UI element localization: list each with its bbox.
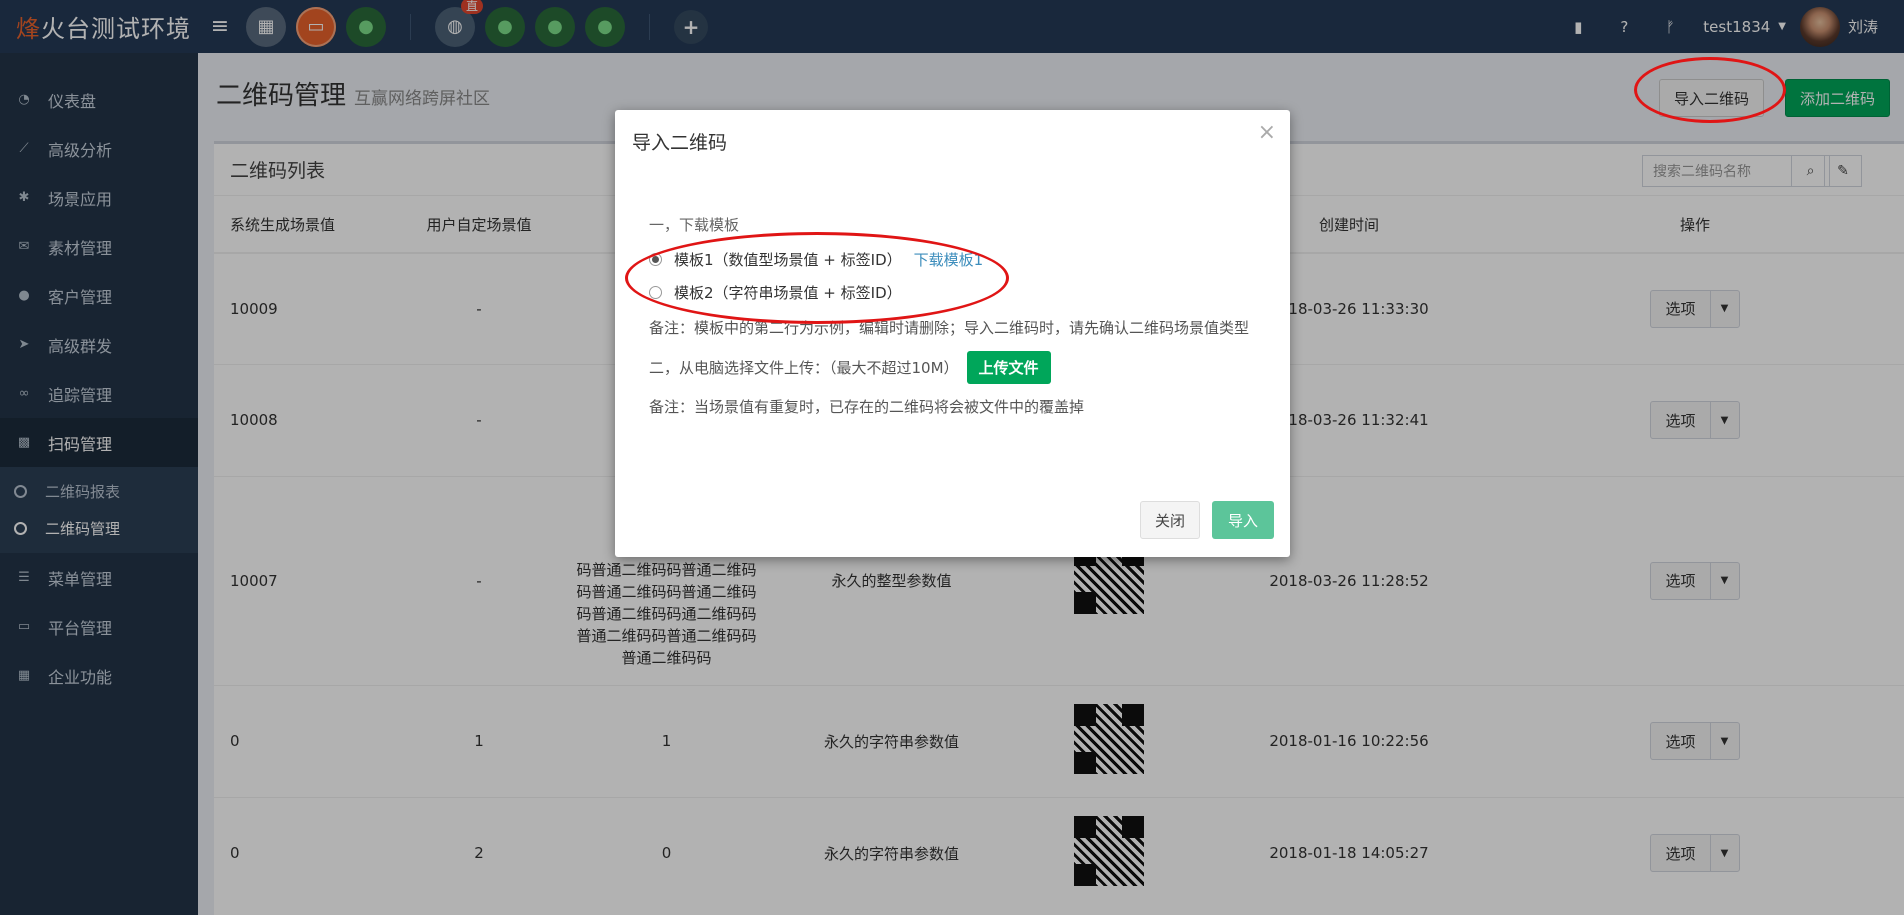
template2-label: 模板2（字符串场景值 + 标签ID）	[674, 284, 902, 302]
template1-option[interactable]: 模板1（数值型场景值 + 标签ID） 下载模板1	[649, 243, 1269, 276]
import-button[interactable]: 导入	[1211, 501, 1274, 539]
download-template1-link[interactable]: 下载模板1	[914, 249, 984, 270]
duplicate-note: 备注：当场景值有重复时，已存在的二维码将会被文件中的覆盖掉	[649, 398, 1085, 416]
modal-footer: 关闭 导入	[1139, 501, 1274, 539]
radio-template2[interactable]	[649, 286, 662, 299]
template1-label: 模板1（数值型场景值 + 标签ID）	[674, 251, 902, 269]
radio-template1[interactable]	[649, 253, 662, 266]
upload-row: 二，从电脑选择文件上传：（最大不超过10M） 上传文件	[649, 351, 1269, 384]
modal-title: 导入二维码	[632, 132, 728, 154]
template-note: 备注：模板中的第二行为示例，编辑时请删除；导入二维码时，请先确认二维码场景值类型	[649, 319, 1250, 337]
modal-body: 一，下载模板 模板1（数值型场景值 + 标签ID） 下载模板1 模板2（字符串场…	[649, 214, 1269, 418]
step-download-label: 一，下载模板	[649, 216, 740, 234]
import-qrcode-modal: 导入二维码 × 一，下载模板 模板1（数值型场景值 + 标签ID） 下载模板1 …	[615, 110, 1290, 557]
template2-option[interactable]: 模板2（字符串场景值 + 标签ID）	[649, 276, 1269, 309]
step-upload-label: 二，从电脑选择文件上传：（最大不超过10M）	[649, 359, 959, 377]
upload-file-button[interactable]: 上传文件	[966, 351, 1051, 384]
close-icon[interactable]: ×	[1258, 120, 1276, 145]
close-button[interactable]: 关闭	[1139, 501, 1200, 539]
